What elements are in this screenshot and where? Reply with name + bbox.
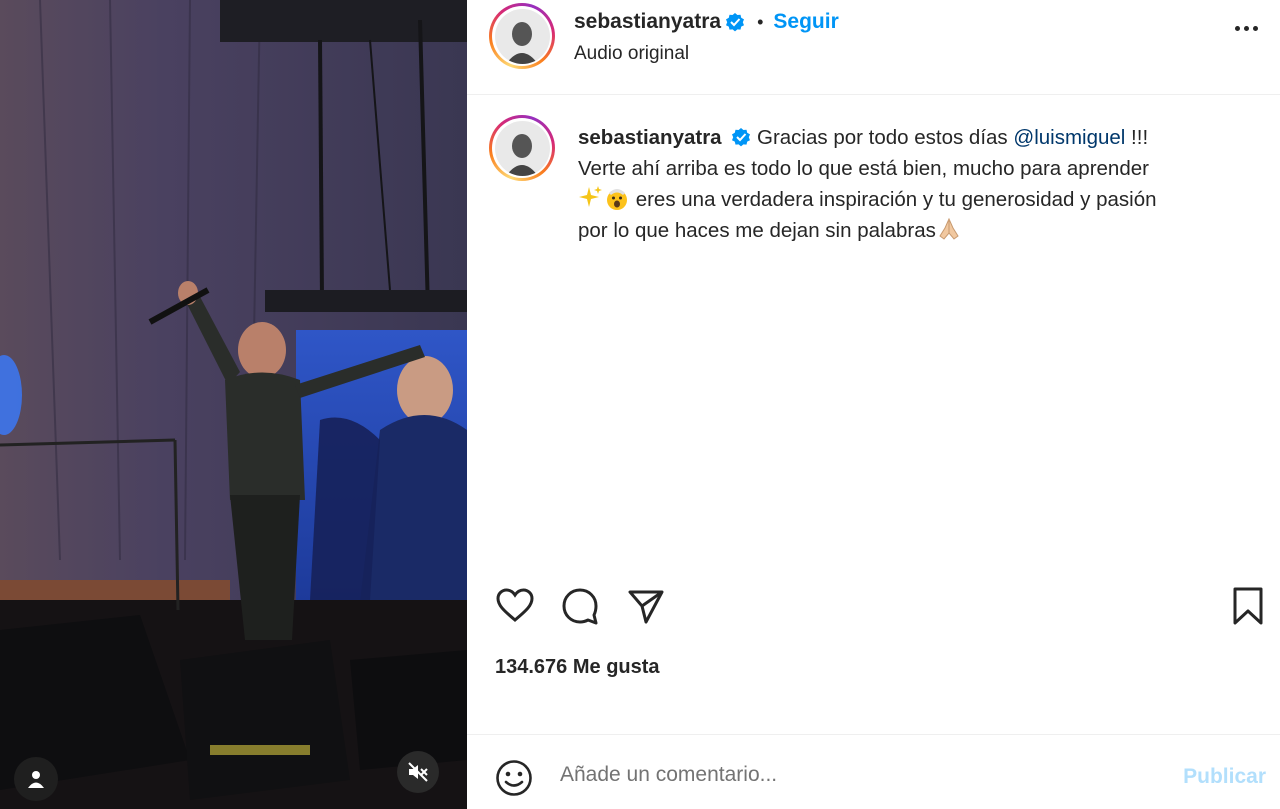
username[interactable]: sebastianyatra: [574, 10, 721, 34]
comment-bar: Publicar: [467, 734, 1280, 809]
bookmark-icon[interactable]: [1230, 586, 1266, 626]
post-media[interactable]: [0, 0, 467, 809]
publish-button[interactable]: Publicar: [1183, 765, 1266, 789]
caption-avatar[interactable]: [489, 115, 555, 181]
post-actions: [467, 580, 1280, 634]
sparkles-icon: [579, 186, 602, 207]
mute-button[interactable]: [397, 751, 439, 793]
caption-username[interactable]: sebastianyatra: [578, 126, 722, 149]
avatar[interactable]: [489, 3, 555, 69]
praying-hands-icon: [939, 217, 959, 240]
caption-text-4: por lo que haces me dejan sin palabras: [578, 219, 936, 242]
follow-button[interactable]: Seguir: [773, 10, 838, 34]
audio-label[interactable]: Audio original: [574, 43, 689, 65]
mute-icon: [408, 762, 428, 782]
mind-blown-emoji-icon: [607, 189, 627, 210]
mention-link[interactable]: @luismiguel: [1013, 126, 1125, 149]
user-tag-icon: [28, 771, 44, 788]
post-caption: sebastianyatra Gracias por todo estos dí…: [578, 122, 1248, 246]
verified-badge-icon: [726, 13, 745, 32]
comment-icon[interactable]: [560, 586, 600, 626]
heart-icon[interactable]: [495, 586, 535, 626]
caption-text-3: eres una verdadera inspiración y tu gene…: [630, 188, 1157, 211]
user-tag-button[interactable]: [14, 757, 58, 801]
separator-dot: •: [757, 11, 764, 32]
avatar-photo: [506, 133, 538, 176]
caption-text-2: Verte ahí arriba es todo lo que está bie…: [578, 157, 1149, 180]
caption-text-1-end: !!!: [1125, 126, 1149, 149]
share-icon[interactable]: [626, 586, 666, 626]
avatar-photo: [506, 21, 538, 64]
comment-input[interactable]: [560, 757, 1140, 793]
more-options-icon[interactable]: [1235, 26, 1258, 31]
likes-count[interactable]: 134.676 Me gusta: [495, 656, 660, 679]
caption-text-1: Gracias por todo estos días: [757, 126, 1014, 149]
post-details-panel: sebastianyatra • Seguir Audio original s…: [467, 0, 1280, 809]
post-header: sebastianyatra • Seguir Audio original: [467, 0, 1280, 95]
concert-photo: [0, 0, 467, 809]
emoji-icon[interactable]: [495, 759, 533, 797]
verified-badge-icon: [732, 128, 751, 147]
